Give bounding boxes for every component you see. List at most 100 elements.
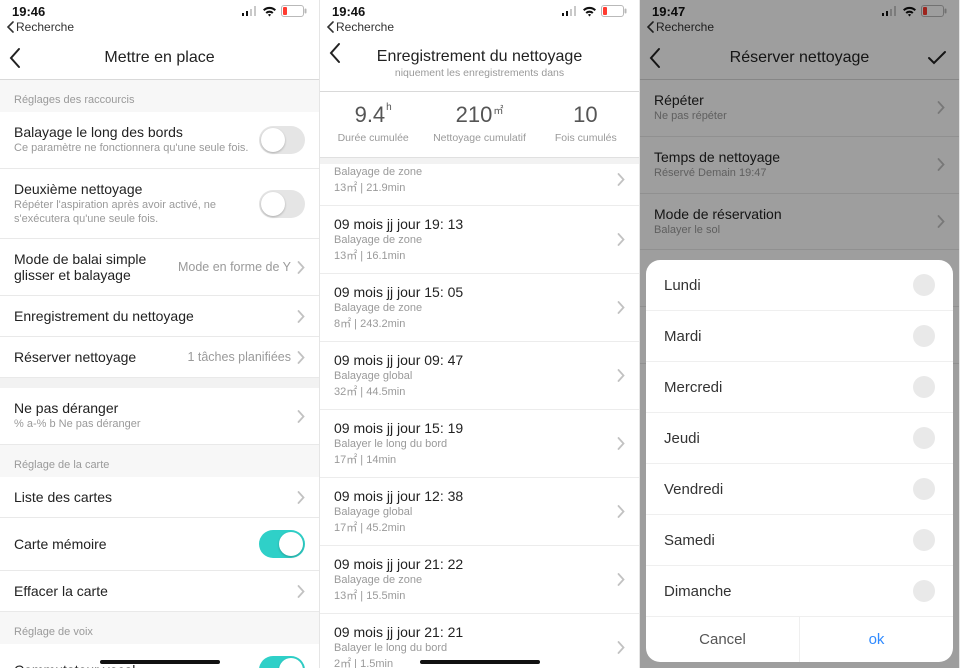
chevron-right-icon: [617, 437, 625, 450]
log-type: Balayage global: [334, 506, 617, 518]
radio-unchecked-icon: [913, 529, 935, 551]
status-bar: 19:46: [0, 0, 319, 20]
row-map-list[interactable]: Liste des cartes: [0, 477, 319, 518]
page-title: Mettre en place: [104, 49, 214, 67]
row-reserve-cleaning[interactable]: Réserver nettoyage 1 tâches planifiées: [0, 337, 319, 378]
log-type: Balayage global: [334, 370, 617, 382]
page-subtitle: niquement les enregistrements dans: [395, 67, 564, 79]
day-option[interactable]: Jeudi: [646, 413, 953, 464]
log-row[interactable]: 09 mois jj jour 12: 38Balayage global17㎡…: [320, 478, 639, 546]
cellular-signal-icon: [242, 6, 258, 16]
day-option[interactable]: Mardi: [646, 311, 953, 362]
status-icons: [562, 5, 627, 17]
log-row[interactable]: 09 mois jj jour 19: 13Balayage de zone13…: [320, 206, 639, 274]
day-label: Vendredi: [664, 481, 723, 498]
row-sub: % a-% b Ne pas déranger: [14, 418, 297, 432]
chevron-right-icon: [617, 233, 625, 246]
radio-unchecked-icon: [913, 478, 935, 500]
log-row[interactable]: 09 mois jj jour 21: 22Balayage de zone13…: [320, 546, 639, 614]
chevron-left-icon: [8, 47, 22, 69]
log-meta: 13㎡ | 21.9min: [334, 179, 617, 195]
log-row[interactable]: 09 mois jj jour 15: 19Balayer le long du…: [320, 410, 639, 478]
status-time: 19:46: [12, 4, 45, 19]
row-erase-map[interactable]: Effacer la carte: [0, 571, 319, 612]
log-meta: 13㎡ | 16.1min: [334, 247, 617, 263]
cellular-signal-icon: [562, 6, 578, 16]
row-title: Enregistrement du nettoyage: [14, 308, 297, 324]
log-title: 09 mois jj jour 12: 38: [334, 488, 617, 504]
back-button[interactable]: [328, 42, 342, 64]
row-title: Ne pas déranger: [14, 400, 297, 416]
stat-label: Fois cumulés: [533, 132, 639, 145]
day-option[interactable]: Samedi: [646, 515, 953, 566]
toggle-voice[interactable]: [259, 656, 305, 668]
battery-low-icon: [601, 5, 627, 17]
day-picker-sheet: Lundi Mardi Mercredi Jeudi Vendredi Samedi Dim…: [646, 260, 953, 662]
toggle-second-clean[interactable]: [259, 190, 305, 218]
day-option[interactable]: Mercredi: [646, 362, 953, 413]
section-header-map: Réglage de la carte: [0, 445, 319, 477]
breadcrumb[interactable]: Recherche: [0, 20, 319, 36]
status-time: 19:46: [332, 4, 365, 19]
settings-list[interactable]: Réglages des raccourcis Balayage le long…: [0, 80, 319, 668]
day-label: Samedi: [664, 532, 715, 549]
row-mop-mode[interactable]: Mode de balai simple glisser et balayage…: [0, 239, 319, 296]
row-cleaning-record[interactable]: Enregistrement du nettoyage: [0, 296, 319, 337]
section-header-shortcuts: Réglages des raccourcis: [0, 80, 319, 112]
chevron-right-icon: [297, 310, 305, 323]
home-indicator[interactable]: [100, 660, 220, 664]
log-row[interactable]: Balayage de zone13㎡ | 21.9min: [320, 164, 639, 206]
ok-button[interactable]: ok: [800, 617, 953, 662]
chevron-right-icon: [297, 261, 305, 274]
chevron-left-icon: [328, 42, 342, 64]
log-title: 09 mois jj jour 19: 13: [334, 216, 617, 232]
stat-unit: ㎡: [493, 106, 503, 117]
log-meta: 32㎡ | 44.5min: [334, 383, 617, 399]
day-label: Mardi: [664, 328, 702, 345]
row-value: Mode en forme de Y: [178, 260, 291, 274]
log-meta: 13㎡ | 15.5min: [334, 587, 617, 603]
breadcrumb-label: Recherche: [336, 20, 394, 34]
nav-header: Mettre en place: [0, 36, 319, 80]
status-icons: [242, 5, 307, 17]
toggle-memory-map[interactable]: [259, 530, 305, 558]
log-row[interactable]: 09 mois jj jour 09: 47 Balayage global32㎡…: [320, 342, 639, 410]
log-type: Balayer le long du bord: [334, 642, 617, 654]
row-second-clean[interactable]: Deuxième nettoyage Répéter l'aspiration …: [0, 169, 319, 240]
day-option[interactable]: Vendredi: [646, 464, 953, 515]
chevron-right-icon: [617, 505, 625, 518]
log-title: 09 mois jj jour 09: 47: [334, 352, 617, 368]
stat-area: 210㎡ Nettoyage cumulatif: [426, 102, 532, 145]
log-row[interactable]: 09 mois jj jour 15: 05Balayage de zone8㎡…: [320, 274, 639, 342]
row-title: Carte mémoire: [14, 536, 259, 552]
home-indicator[interactable]: [420, 660, 540, 664]
cleaning-log-list[interactable]: Balayage de zone13㎡ | 21.9min09 mois jj …: [320, 164, 639, 668]
chevron-left-icon: [326, 21, 334, 33]
log-type: Balayer le long du bord: [334, 438, 617, 450]
back-button[interactable]: [8, 36, 22, 79]
row-title: Balayage le long des bords: [14, 124, 259, 140]
row-dnd[interactable]: Ne pas déranger % a-% b Ne pas déranger: [0, 388, 319, 445]
day-option[interactable]: Dimanche: [646, 566, 953, 617]
stat-label: Durée cumulée: [320, 132, 426, 145]
cancel-button[interactable]: Cancel: [646, 617, 800, 662]
screen-settings: 19:46 Recherche Mettre en place Réglages…: [0, 0, 320, 668]
row-sub: Ce paramètre ne fonctionnera qu'une seul…: [14, 142, 259, 156]
radio-unchecked-icon: [913, 580, 935, 602]
row-value: 1 tâches planifiées: [187, 350, 291, 364]
breadcrumb[interactable]: Recherche: [320, 20, 639, 36]
row-voice-switch[interactable]: Commutateur vocal: [0, 644, 319, 668]
row-title: Liste des cartes: [14, 489, 297, 505]
toggle-edge-sweep[interactable]: [259, 126, 305, 154]
chevron-right-icon: [617, 369, 625, 382]
row-title: Réserver nettoyage: [14, 349, 187, 365]
nav-header: Enregistrement du nettoyage niquement le…: [320, 36, 639, 92]
chevron-right-icon: [617, 173, 625, 186]
day-label: Mercredi: [664, 379, 722, 396]
stat-unit: h: [386, 102, 392, 113]
day-label: Lundi: [664, 277, 701, 294]
row-edge-sweep[interactable]: Balayage le long des bords Ce paramètre …: [0, 112, 319, 169]
radio-unchecked-icon: [913, 274, 935, 296]
day-option[interactable]: Lundi: [646, 260, 953, 311]
row-memory-map[interactable]: Carte mémoire: [0, 518, 319, 571]
